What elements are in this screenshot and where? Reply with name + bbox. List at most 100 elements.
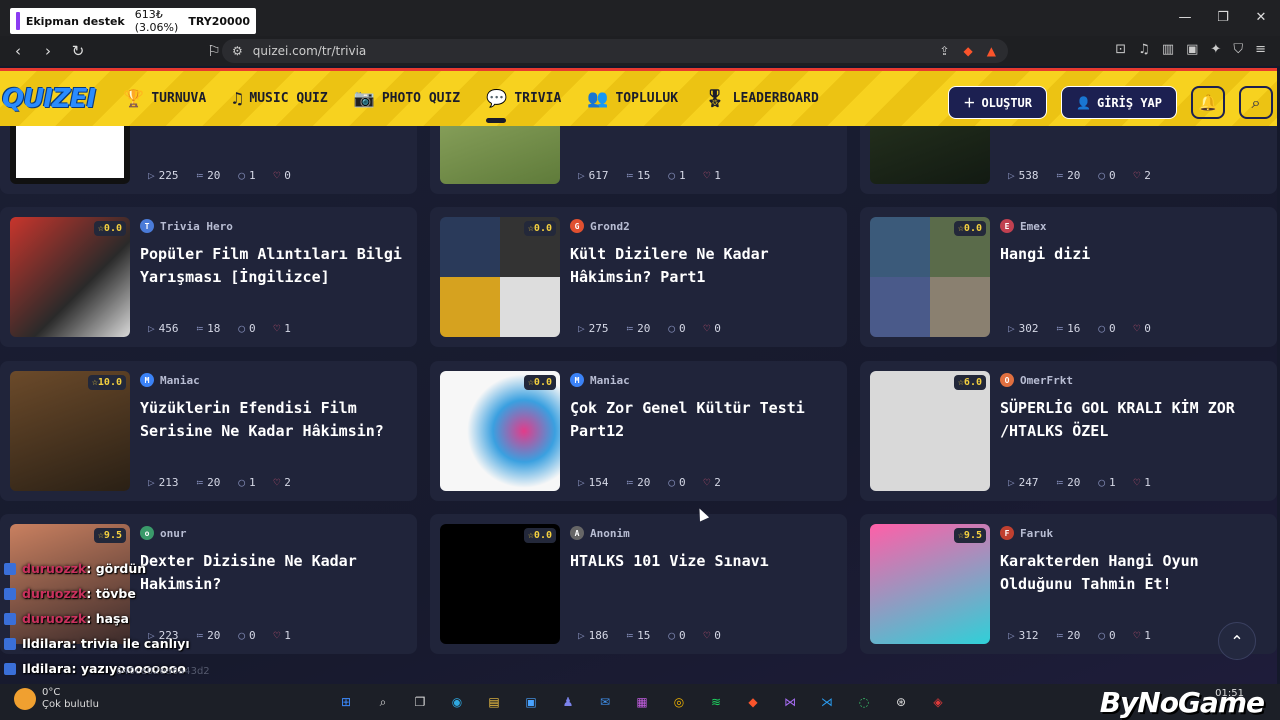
- quiz-title[interactable]: Hangi dizi: [1000, 243, 1270, 266]
- nav-turnuva[interactable]: 🏆 TURNUVA: [123, 89, 206, 109]
- login-button[interactable]: 👤 GİRİŞ YAP: [1061, 86, 1177, 119]
- nav-leaderboard[interactable]: 🎖 LEADERBOARD: [704, 89, 819, 109]
- quiz-thumbnail[interactable]: [440, 126, 560, 184]
- quiz-title[interactable]: Yüzüklerin Efendisi Film Serisine Ne Kad…: [140, 397, 410, 443]
- visual-studio-icon[interactable]: ⋈: [778, 690, 802, 714]
- chrome-icon[interactable]: ◎: [667, 690, 691, 714]
- bell-icon[interactable]: 🔔: [1191, 86, 1225, 119]
- quiz-card[interactable]: ☆0.0 A Anonim HTALKS 101 Vize Sınavı ▷ 186 ≔ 15…: [430, 514, 847, 654]
- media-icon[interactable]: ♫: [1138, 42, 1150, 57]
- plays-count: ▷ 312: [1008, 629, 1039, 642]
- quiz-author[interactable]: M Maniac: [140, 373, 200, 387]
- quiz-card[interactable]: ▷ 225 ≔ 20 ◯ 1 ♡ 0: [0, 126, 417, 194]
- mail-icon[interactable]: ✉: [593, 690, 617, 714]
- address-bar[interactable]: ⚙ quizei.com/tr/trivia ⇪ ◆ ▲: [222, 39, 1008, 63]
- quiz-card[interactable]: ☆10.0 M Maniac Yüzüklerin Efendisi Film Ser…: [0, 361, 417, 501]
- questions-count: ≔ 20: [627, 322, 651, 335]
- create-button[interactable]: ＋ OLUŞTUR: [948, 86, 1048, 119]
- quiz-card[interactable]: ☆0.0 E Emex Hangi dizi ▷ 302 ≔ 16 ◯ 0 ♡ 0: [860, 207, 1277, 347]
- quiz-thumbnail[interactable]: [10, 126, 130, 184]
- quiz-thumbnail[interactable]: ☆0.0: [10, 217, 130, 337]
- reload-icon[interactable]: ↻: [66, 42, 90, 60]
- stat-value: 617: [588, 169, 609, 182]
- stat-value: 0: [714, 322, 721, 335]
- site-logo[interactable]: QUIZEI: [2, 84, 96, 114]
- vscode-icon[interactable]: ⋊: [815, 690, 839, 714]
- vpn-icon[interactable]: ⛉: [1233, 42, 1243, 57]
- quiz-stats: ▷ 186 ≔ 15 ◯ 0 ♡ 0: [578, 629, 721, 642]
- brave-rewards-icon[interactable]: ▲: [987, 44, 996, 58]
- quiz-author[interactable]: O OmerFrkt: [1000, 373, 1073, 387]
- teams-icon[interactable]: ♟: [556, 690, 580, 714]
- close-button[interactable]: ✕: [1242, 0, 1280, 34]
- quiz-thumbnail[interactable]: [870, 126, 990, 184]
- search-icon[interactable]: ⌕: [1239, 86, 1273, 119]
- menu-icon[interactable]: ≡: [1255, 42, 1266, 57]
- quiz-card[interactable]: ☆9.5 F Faruk Karakterden Hangi Oyun Olduğun…: [860, 514, 1277, 654]
- questions-count: ≔ 20: [197, 169, 221, 182]
- quiz-author[interactable]: F Faruk: [1000, 526, 1053, 540]
- quiz-card[interactable]: ☆0.0 G Grond2 Kült Dizilere Ne Kadar Hâkims…: [430, 207, 847, 347]
- start-icon[interactable]: ⊞: [334, 690, 358, 714]
- nav-music-quiz[interactable]: ♫ MUSIC QUIZ: [232, 89, 328, 109]
- quiz-stats: ▷ 247 ≔ 20 ◯ 1 ♡ 1: [1008, 476, 1151, 489]
- pixel-icon[interactable]: ▦: [630, 690, 654, 714]
- quiz-author[interactable]: E Emex: [1000, 219, 1047, 233]
- quiz-thumbnail[interactable]: ☆9.5: [870, 524, 990, 644]
- quiz-thumbnail[interactable]: ☆6.0: [870, 371, 990, 491]
- quiz-author[interactable]: T Trivia Hero: [140, 219, 233, 233]
- forward-icon[interactable]: ›: [36, 42, 60, 60]
- sidebar-icon[interactable]: ▥: [1162, 42, 1174, 57]
- quiz-title[interactable]: Çok Zor Genel Kültür Testi Part12: [570, 397, 840, 443]
- weather-widget[interactable]: 0°C Çok bulutlu: [14, 687, 99, 711]
- nav-topluluk[interactable]: 👥 TOPLULUK: [587, 89, 678, 109]
- search-icon[interactable]: ⌕: [371, 690, 395, 714]
- back-icon[interactable]: ‹: [6, 42, 30, 60]
- nav-photo-quiz[interactable]: 📷 PHOTO QUIZ: [354, 89, 460, 109]
- store-icon[interactable]: ▣: [519, 690, 543, 714]
- scroll-to-top-button[interactable]: ⌃: [1218, 622, 1256, 660]
- quiz-author[interactable]: o onur: [140, 526, 187, 540]
- spotify-icon[interactable]: ≋: [704, 690, 728, 714]
- questions-icon: ≔: [626, 476, 634, 489]
- wallet-icon[interactable]: ▣: [1186, 42, 1198, 57]
- quiz-card[interactable]: 01▷617≔15◯1♡1: [430, 126, 847, 194]
- quiz-card[interactable]: ☆0.0 M Maniac Çok Zor Genel Kültür Testi Pa…: [430, 361, 847, 501]
- brave-shield-icon[interactable]: ◆: [964, 44, 973, 58]
- nav-trivia[interactable]: 💬 TRIVIA: [486, 89, 561, 123]
- quiz-thumbnail[interactable]: ☆0.0: [440, 371, 560, 491]
- quiz-title[interactable]: SÜPERLİG GOL KRALI KİM ZOR /HTALKS ÖZEL: [1000, 397, 1270, 443]
- file-explorer-icon[interactable]: ▤: [482, 690, 506, 714]
- comment-icon: ◯: [1098, 169, 1105, 182]
- quiz-author[interactable]: G Grond2: [570, 219, 630, 233]
- loader-icon[interactable]: ◌: [852, 690, 876, 714]
- quiz-title[interactable]: Kült Dizilere Ne Kadar Hâkimsin? Part1: [570, 243, 840, 289]
- quiz-card[interactable]: Ne Kadar Hakimsin?▷538≔20◯0♡2: [860, 126, 1277, 194]
- browser-tab[interactable]: Ekipman destek 613₺ (3.06%) TRY20000: [10, 8, 256, 34]
- brave-icon[interactable]: ◆: [741, 690, 765, 714]
- quiz-thumbnail[interactable]: ☆0.0: [440, 217, 560, 337]
- share-icon[interactable]: ⇪: [939, 44, 949, 58]
- quiz-thumbnail[interactable]: ☆10.0: [10, 371, 130, 491]
- quiz-thumbnail[interactable]: ☆0.0: [440, 524, 560, 644]
- maximize-button[interactable]: ❐: [1204, 0, 1242, 34]
- quiz-card[interactable]: ☆6.0 O OmerFrkt SÜPERLİG GOL KRALI KİM ZOR …: [860, 361, 1277, 501]
- quiz-author[interactable]: M Maniac: [570, 373, 630, 387]
- stat-value: 247: [1018, 476, 1039, 489]
- quiz-title[interactable]: Karakterden Hangi Oyun Olduğunu Tahmin E…: [1000, 550, 1270, 596]
- ai-icon[interactable]: ✦: [1210, 42, 1221, 57]
- obs-icon[interactable]: ⊛: [889, 690, 913, 714]
- stat-value: 20: [1067, 629, 1081, 642]
- quiz-author[interactable]: A Anonim: [570, 526, 630, 540]
- task-view-icon[interactable]: ❐: [408, 690, 432, 714]
- screenshot-icon[interactable]: ⊡: [1115, 42, 1126, 57]
- site-info-icon[interactable]: ⚙: [232, 44, 243, 58]
- quiz-title[interactable]: Popüler Film Alıntıları Bilgi Yarışması …: [140, 243, 410, 289]
- minimize-button[interactable]: —: [1166, 0, 1204, 34]
- quiz-card[interactable]: ☆0.0 T Trivia Hero Popüler Film Alıntıları …: [0, 207, 417, 347]
- quiz-thumbnail[interactable]: ☆0.0: [870, 217, 990, 337]
- likes-count: ♡ 1: [704, 169, 721, 182]
- edge-icon[interactable]: ◉: [445, 690, 469, 714]
- quiz-title[interactable]: HTALKS 101 Vize Sınavı: [570, 550, 840, 573]
- app-icon[interactable]: ◈: [926, 690, 950, 714]
